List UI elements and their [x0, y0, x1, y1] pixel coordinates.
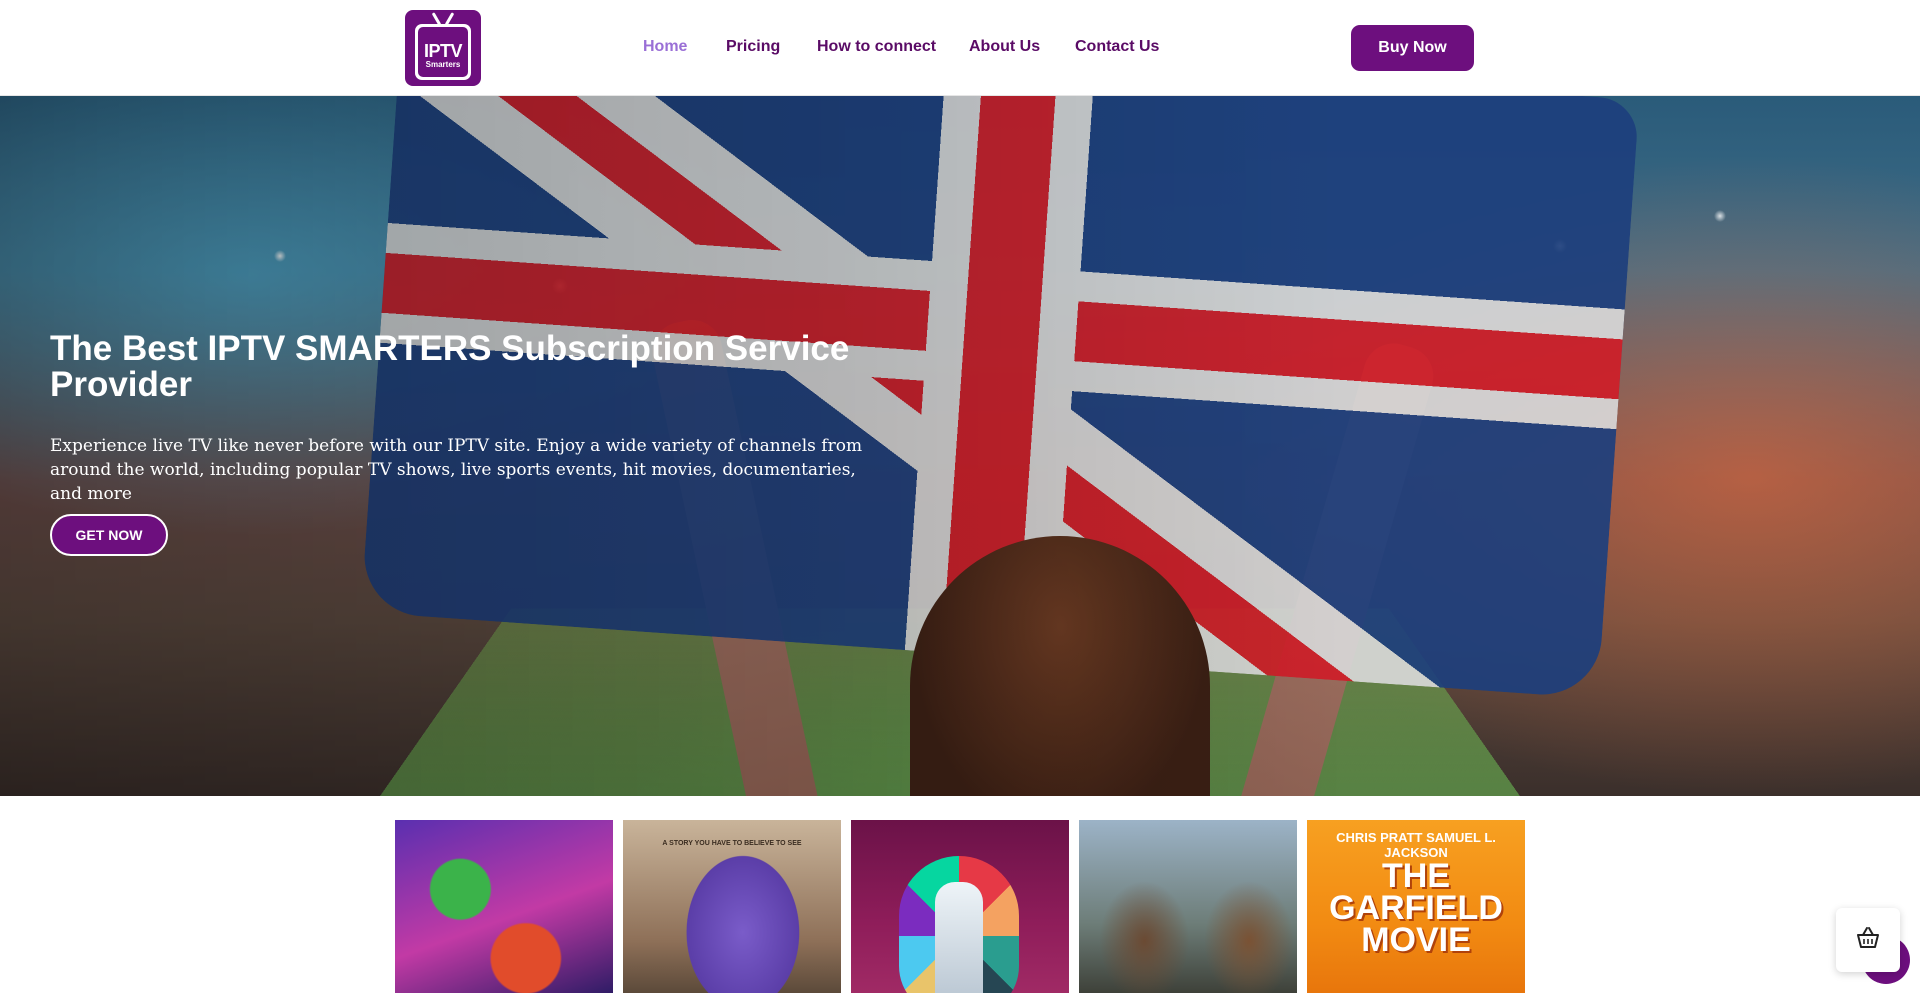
- hero-section: The Best IPTV SMARTERS Subscription Serv…: [0, 96, 1920, 796]
- poster-garfield-cast: CHRIS PRATT SAMUEL L. JACKSON: [1336, 830, 1496, 860]
- logo-text-main: IPTV: [423, 41, 463, 61]
- poster-garfield-title: THE GARFIELD MOVIE: [1329, 857, 1503, 959]
- nav-pricing[interactable]: Pricing: [726, 38, 780, 56]
- hero-title: The Best IPTV SMARTERS Subscription Serv…: [50, 329, 850, 404]
- nav-home[interactable]: Home: [643, 38, 687, 56]
- basket-icon: [1855, 926, 1881, 955]
- logo-tv-frame: IPTV Smarters: [415, 24, 471, 80]
- poster-if[interactable]: A STORY YOU HAVE TO BELIEVE TO SEE: [623, 820, 841, 993]
- poster-mario[interactable]: [395, 820, 613, 993]
- get-now-button[interactable]: GET NOW: [50, 514, 168, 556]
- site-header: IPTV Smarters Home Pricing How to connec…: [0, 0, 1920, 96]
- trophy-cup: [935, 882, 983, 993]
- poster-if-tagline: A STORY YOU HAVE TO BELIEVE TO SEE: [662, 840, 802, 847]
- poster-garfield[interactable]: CHRIS PRATT SAMUEL L. JACKSON THE GARFIE…: [1307, 820, 1525, 993]
- buy-now-button[interactable]: Buy Now: [1351, 25, 1474, 71]
- nav-about-us[interactable]: About Us: [969, 38, 1040, 56]
- logo-tv-screen: IPTV Smarters: [418, 27, 468, 77]
- poster-apes[interactable]: [1079, 820, 1297, 993]
- cart-button[interactable]: [1836, 908, 1900, 972]
- logo-text-sub: Smarters: [425, 60, 461, 69]
- iptv-smarters-logo[interactable]: IPTV Smarters: [405, 10, 481, 86]
- poster-euro-trophy[interactable]: [851, 820, 1069, 993]
- nav-how-to-connect[interactable]: How to connect: [817, 38, 936, 56]
- nav-contact-us[interactable]: Contact Us: [1075, 38, 1159, 56]
- poster-row: A STORY YOU HAVE TO BELIEVE TO SEE CHRIS…: [0, 820, 1920, 993]
- hero-description: Experience live TV like never before wit…: [50, 436, 863, 504]
